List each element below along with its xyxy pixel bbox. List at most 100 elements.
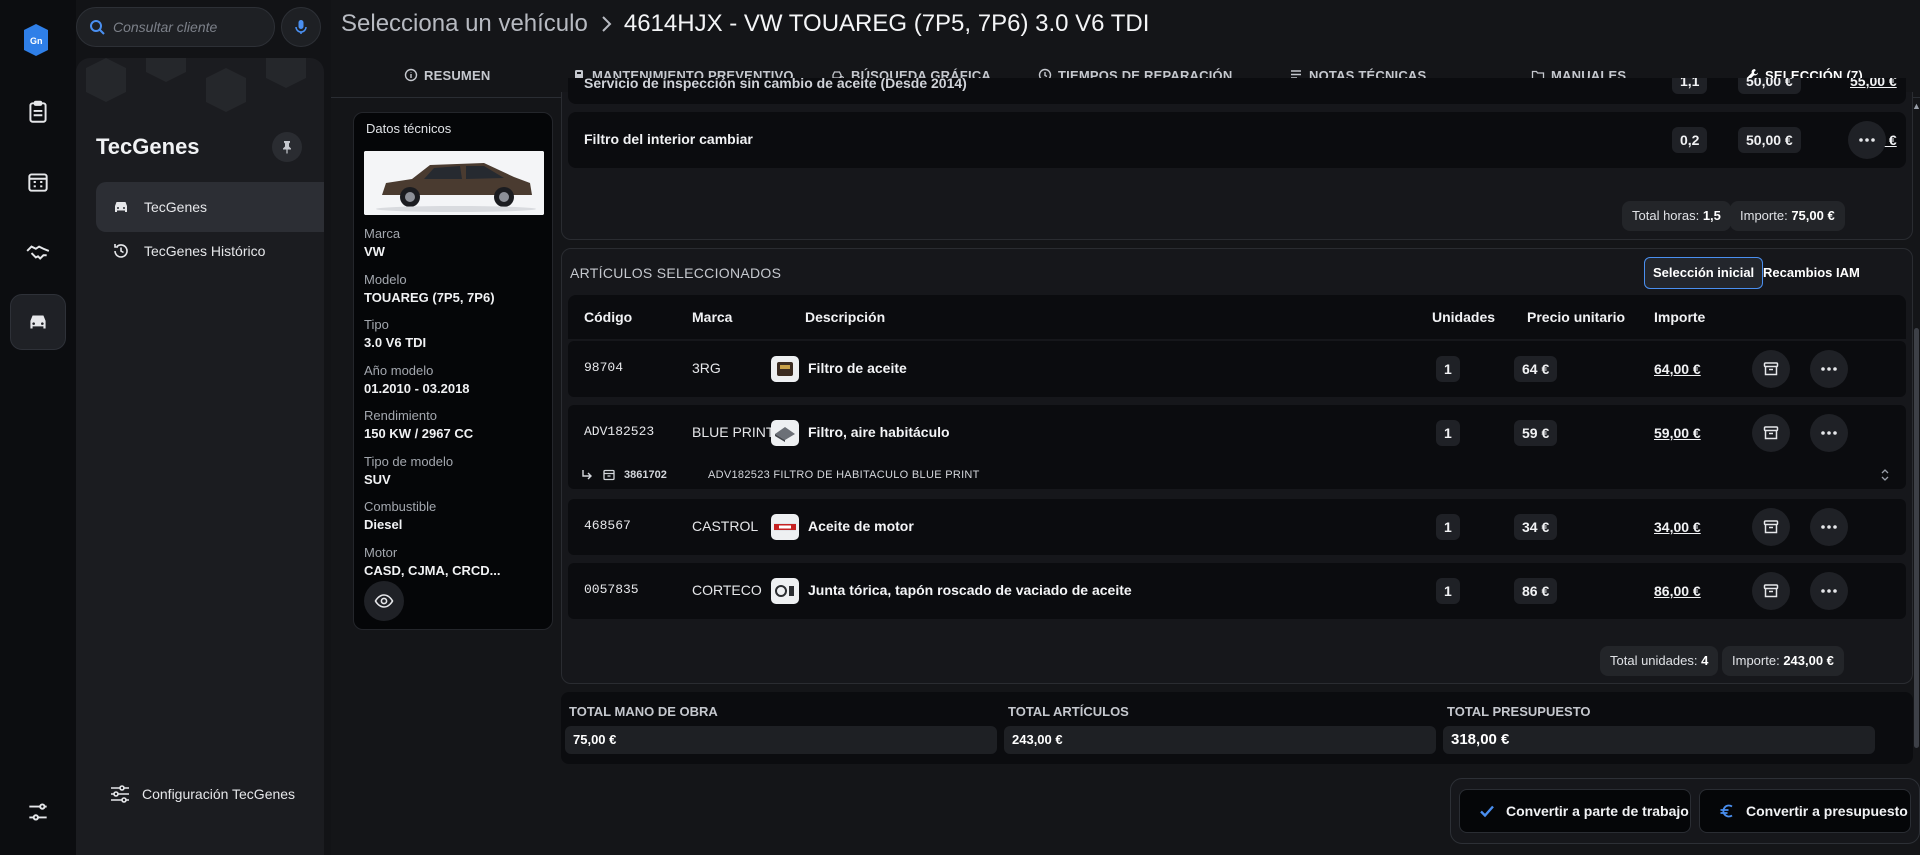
workshop-button[interactable] — [10, 154, 66, 210]
more-dots-icon — [1821, 367, 1837, 371]
table-row[interactable]: ADV182523 BLUE PRINT Filtro, aire habitá… — [568, 405, 1906, 461]
product-thumbnail — [771, 420, 799, 446]
initial-selection-button[interactable]: Selección inicial — [1644, 257, 1764, 289]
tab-resumen[interactable]: RESUMEN — [404, 62, 490, 98]
totals-bar: TOTAL MANO DE OBRA 75,00 € TOTAL ARTÍCUL… — [561, 692, 1913, 764]
archive-button[interactable] — [1752, 572, 1790, 610]
app-window: Gn Te — [0, 0, 1920, 855]
search-input[interactable] — [113, 19, 263, 35]
sidebar-item-label: TecGenes — [144, 199, 208, 215]
settings-button[interactable] — [10, 784, 66, 840]
more-dots-icon — [1859, 138, 1875, 142]
microphone-icon — [295, 20, 307, 34]
scrollbar-thumb[interactable] — [1914, 328, 1919, 748]
vehicle-image — [364, 151, 544, 215]
table-row[interactable]: 468567 CASTROL Aceite de motor 1 34 € 34… — [568, 499, 1906, 555]
pin-icon — [283, 141, 291, 154]
total-hours-chip: Total horas: 1,5 — [1622, 201, 1731, 231]
table-row[interactable]: Filtro del interior cambiar 0,2 50,00 € … — [568, 112, 1906, 168]
view-details-button[interactable] — [364, 581, 404, 621]
expand-collapse-icon[interactable] — [1878, 468, 1892, 482]
archive-button[interactable] — [1752, 350, 1790, 388]
action-bar: Convertir a parte de trabajo Convertir a… — [1450, 778, 1920, 844]
tech-field-tipo-modelo: Tipo de modelo SUV — [364, 453, 454, 487]
config-label: Configuración TecGenes — [142, 786, 296, 802]
labour-hours: 0,2 — [1672, 127, 1708, 153]
sidebar-item-tecgenes[interactable]: TecGenes — [96, 182, 324, 232]
main-content: Selecciona un vehículo 4614HJX - VW TOUA… — [331, 0, 1920, 855]
breadcrumb-parent[interactable]: Selecciona un vehículo — [341, 10, 588, 38]
tech-field-marca: Marca VW — [364, 226, 401, 259]
eye-icon — [374, 594, 394, 608]
tech-field-modelo: Modelo TOUAREG (7P5, 7P6) — [364, 271, 495, 305]
euro-icon — [1720, 804, 1733, 818]
tech-data-card: Datos técnicos Marca VW Modelo TOUAREG (7P… — [353, 112, 553, 630]
archive-icon — [1763, 426, 1779, 440]
table-row[interactable]: 98704 3RG Filtro de aceite 1 64 € 64,00 … — [568, 341, 1906, 397]
archive-button[interactable] — [1752, 414, 1790, 452]
labour-description: Filtro del interior cambiar — [584, 131, 753, 147]
labour-amount[interactable]: 55,00 € — [1842, 78, 1905, 94]
section-title: ARTÍCULOS SELECCIONADOS — [570, 265, 782, 281]
breadcrumb-current: 4614HJX - VW TOUAREG (7P5, 7P6) 3.0 V6 T… — [623, 10, 1150, 37]
table-row[interactable]: 0057835 CORTECO Junta tórica, tapón rosc… — [568, 563, 1906, 619]
labour-description: Servicio de inspección sin cambio de ace… — [584, 78, 967, 91]
sidebar-item-label: TecGenes Histórico — [144, 243, 266, 259]
product-thumbnail — [771, 578, 799, 604]
chevron-right-icon — [602, 16, 612, 32]
row-menu-button[interactable] — [1810, 572, 1848, 610]
tech-field-combustible: Combustible Diesel — [364, 499, 437, 532]
archive-icon — [1763, 362, 1779, 376]
labour-hours: 1,1 — [1672, 78, 1708, 94]
labour-rate: 50,00 € — [1738, 127, 1801, 153]
archive-icon — [603, 469, 615, 481]
config-tecgenes-link[interactable]: Configuración TecGenes — [108, 782, 295, 806]
articles-amount-chip: Importe: 243,00 € — [1722, 646, 1844, 676]
clipboard-icon — [29, 100, 47, 123]
breadcrumb: Selecciona un vehículo 4614HJX - VW TOUA… — [341, 10, 1149, 38]
panel-title: TecGenes — [96, 134, 200, 159]
more-dots-icon — [1821, 525, 1837, 529]
article-subrow[interactable]: 3861702 ADV182523 FILTRO DE HABITACULO B… — [568, 461, 1906, 489]
tech-fields: Marca VW Modelo TOUAREG (7P5, 7P6) Tipo 3.0… — [364, 226, 549, 590]
table-header: Código Marca Descripción Unidades Precio… — [568, 295, 1906, 339]
row-menu-button[interactable] — [1810, 350, 1848, 388]
svg-text:Gn: Gn — [30, 36, 43, 46]
building-icon — [28, 173, 48, 192]
clients-button[interactable] — [10, 224, 66, 280]
iam-parts-button[interactable]: Recambios IAM — [1755, 257, 1868, 289]
table-row[interactable]: Servicio de inspección sin cambio de ace… — [568, 78, 1906, 104]
handshake-icon — [26, 245, 50, 260]
client-search[interactable] — [76, 7, 275, 47]
sidebar-item-tecgenes-historico[interactable]: TecGenes Histórico — [96, 226, 324, 276]
sliders-icon — [111, 785, 129, 803]
info-icon — [404, 68, 418, 82]
sliders-icon — [29, 803, 47, 821]
more-dots-icon — [1821, 431, 1837, 435]
more-dots-icon — [1821, 589, 1837, 593]
app-logo-icon: Gn — [24, 24, 48, 56]
labour-rate: 50,00 € — [1738, 78, 1801, 94]
archive-button[interactable] — [1752, 508, 1790, 546]
logo-pattern-decoration — [86, 58, 306, 112]
product-thumbnail — [771, 356, 799, 382]
labour-amount-chip: Importe: 75,00 € — [1730, 201, 1845, 231]
scroll-up-icon[interactable]: ▲ — [1912, 101, 1920, 111]
return-arrow-icon — [582, 470, 592, 480]
pin-panel-button[interactable] — [272, 132, 302, 162]
orders-button[interactable] — [10, 84, 66, 140]
car-icon — [30, 315, 46, 329]
tech-data-title: Datos técnicos — [366, 121, 452, 136]
vehicles-button[interactable] — [10, 294, 66, 350]
voice-search-button[interactable] — [281, 7, 321, 47]
row-menu-button[interactable] — [1848, 121, 1886, 159]
search-icon — [90, 20, 105, 35]
convert-to-work-order-button[interactable]: Convertir a parte de trabajo — [1459, 789, 1691, 833]
convert-to-budget-button[interactable]: Convertir a presupuesto — [1699, 789, 1911, 833]
row-menu-button[interactable] — [1810, 508, 1848, 546]
total-units-chip: Total unidades: 4 — [1600, 646, 1719, 676]
suv-illustration — [364, 151, 544, 215]
tech-field-ano-modelo: Año modelo 01.2010 - 03.2018 — [364, 362, 470, 396]
archive-icon — [1763, 584, 1779, 598]
row-menu-button[interactable] — [1810, 414, 1848, 452]
